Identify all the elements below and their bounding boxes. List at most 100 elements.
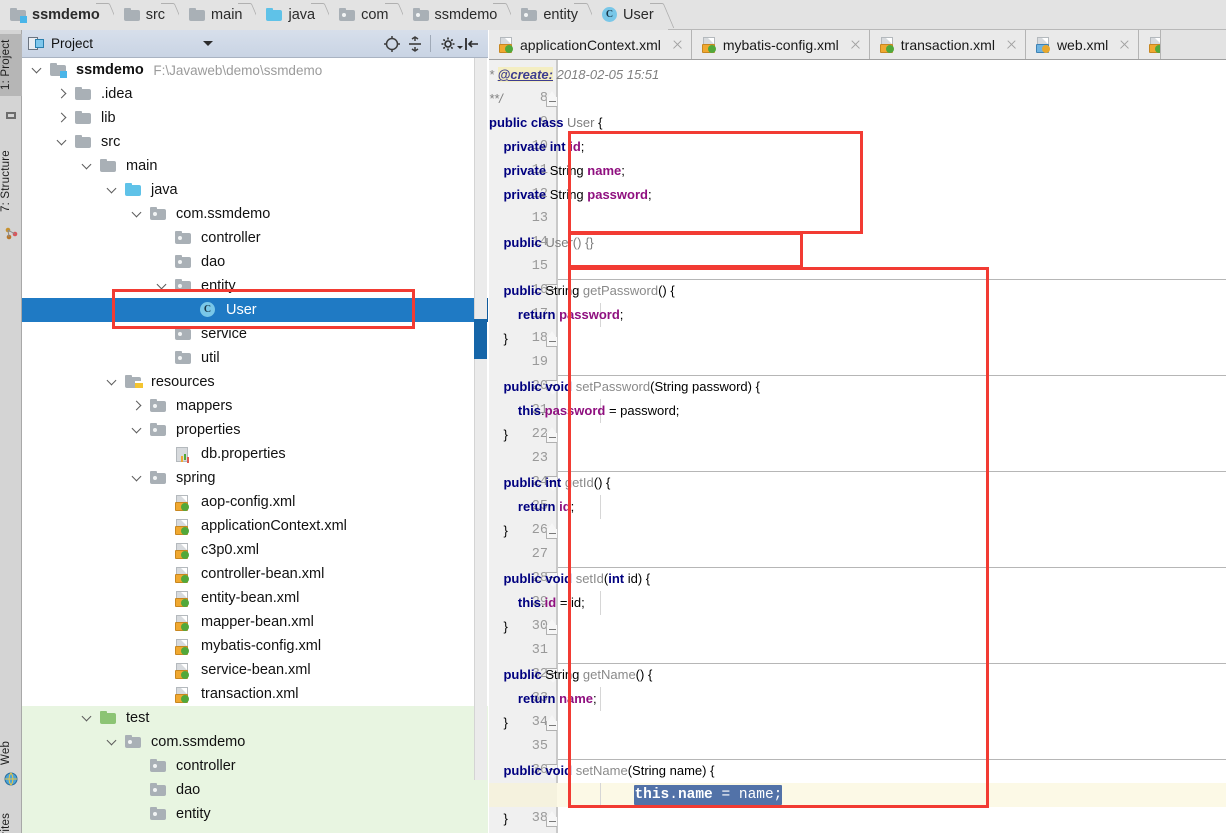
locate-icon[interactable]: [382, 34, 402, 54]
project-vertical-scrollbar[interactable]: [474, 58, 487, 780]
tree-node[interactable]: entity: [22, 802, 488, 826]
project-panel-title: Project: [51, 36, 94, 51]
tree-node[interactable]: transaction.xml: [22, 682, 488, 706]
tree-node[interactable]: test: [22, 706, 488, 730]
tree-node-label: entity: [201, 278, 236, 294]
tree-node[interactable]: src: [22, 130, 488, 154]
tree-node[interactable]: c3p0.xml: [22, 538, 488, 562]
tree-node[interactable]: entity-bean.xml: [22, 586, 488, 610]
package-icon: [175, 231, 191, 244]
code-token: () {: [635, 667, 653, 682]
chevron-down-icon[interactable]: [157, 281, 168, 292]
chevron-down-icon[interactable]: [57, 137, 68, 148]
close-icon[interactable]: [671, 39, 683, 51]
tree-node[interactable]: controller: [22, 754, 488, 778]
code-token: public int: [503, 475, 565, 490]
chevron-down-icon[interactable]: [132, 425, 143, 436]
code-token: }: [489, 715, 508, 730]
chevron-down-icon[interactable]: [203, 41, 214, 46]
code-editor[interactable]: 7891011121314151617181920212223242526272…: [489, 60, 1226, 833]
project-scrollbar-thumb[interactable]: [474, 319, 487, 359]
code-line: }: [489, 615, 507, 639]
chevron-down-icon[interactable]: [107, 185, 118, 196]
tree-node[interactable]: .idea: [22, 82, 488, 106]
tree-node[interactable]: service-bean.xml: [22, 658, 488, 682]
tree-node[interactable]: applicationContext.xml: [22, 514, 488, 538]
close-icon[interactable]: [1118, 39, 1130, 51]
breadcrumb-item-java[interactable]: java: [256, 0, 330, 30]
breadcrumb-item-ssmdemo[interactable]: ssmdemo: [402, 0, 512, 30]
code-line: public int getId() {: [489, 471, 610, 495]
tree-node[interactable]: com.ssmdemo: [22, 730, 488, 754]
tree-node[interactable]: main: [22, 154, 488, 178]
tool-window-tab-web[interactable]: Web: [0, 736, 22, 770]
tree-node[interactable]: spring: [22, 466, 488, 490]
tree-node[interactable]: dao: [22, 250, 488, 274]
package-icon: [150, 207, 166, 220]
editor-tab-applicationContext-xml[interactable]: applicationContext.xml: [489, 30, 692, 59]
tree-node[interactable]: mybatis-config.xml: [22, 634, 488, 658]
tree-node[interactable]: service: [22, 322, 488, 346]
breadcrumb-item-user[interactable]: C User: [592, 0, 668, 30]
chevron-down-icon[interactable]: [82, 713, 93, 724]
xml-file-icon: [175, 543, 190, 559]
tree-node[interactable]: resources: [22, 370, 488, 394]
xml-file-icon: [175, 639, 190, 655]
xml-file-icon: [175, 591, 190, 607]
structure-small-icon: [4, 226, 18, 240]
gear-icon[interactable]: [439, 34, 463, 54]
breadcrumb-item-src[interactable]: src: [113, 0, 180, 30]
close-icon[interactable]: [849, 39, 861, 51]
tree-node[interactable]: properties: [22, 418, 488, 442]
tree-node[interactable]: mappers: [22, 394, 488, 418]
tree-node[interactable]: aop-config.xml: [22, 490, 488, 514]
editor-tab-mybatis-config-xml[interactable]: mybatis-config.xml: [691, 30, 870, 59]
tree-node[interactable]: java: [22, 178, 488, 202]
editor-tab-overflow[interactable]: [1139, 30, 1162, 59]
chevron-right-icon[interactable]: [132, 401, 143, 412]
tree-node[interactable]: controller: [22, 226, 488, 250]
tree-node[interactable]: entity: [22, 274, 488, 298]
tree-node[interactable]: dao: [22, 778, 488, 802]
chevron-down-icon[interactable]: [107, 737, 118, 748]
chevron-down-icon[interactable]: [132, 209, 143, 220]
tree-node-label: User: [226, 302, 257, 318]
tool-window-tab-project[interactable]: 1: Project: [0, 34, 22, 96]
chevron-right-icon[interactable]: [57, 113, 68, 124]
project-tree[interactable]: ssmdemo F:\Javaweb\demo\ssmdemo .idea lib sr…: [22, 58, 488, 833]
tree-node[interactable]: db.properties: [22, 442, 488, 466]
code-token: setPassword: [575, 379, 651, 394]
breadcrumb-item-main[interactable]: main: [179, 0, 257, 30]
tree-node[interactable]: mapper-bean.xml: [22, 610, 488, 634]
source-folder-icon: [125, 183, 141, 196]
tree-node-label: main: [126, 158, 158, 174]
breadcrumb-item-ssmdemo[interactable]: ssmdemo: [0, 0, 114, 30]
tool-window-tab-favorites[interactable]: Favorites: [0, 812, 22, 833]
editor-tab-web-xml[interactable]: web.xml: [1025, 30, 1140, 59]
code-token: }: [489, 427, 508, 442]
package-icon: [150, 399, 166, 412]
tree-node-selected[interactable]: C User: [22, 298, 488, 322]
collapse-all-icon[interactable]: [405, 34, 425, 54]
tree-node[interactable]: lib: [22, 106, 488, 130]
chevron-right-icon[interactable]: [57, 89, 68, 100]
tree-node[interactable]: util: [22, 346, 488, 370]
editor-tab-transaction-xml[interactable]: transaction.xml: [869, 30, 1026, 59]
breadcrumb-item-entity[interactable]: entity: [511, 0, 593, 30]
tree-node-label: service: [201, 326, 247, 342]
breadcrumb-item-com[interactable]: com: [329, 0, 403, 30]
hide-icon[interactable]: [462, 34, 482, 54]
code-token: private: [503, 163, 550, 178]
chevron-down-icon[interactable]: [82, 161, 93, 172]
tree-node[interactable]: ssmdemo F:\Javaweb\demo\ssmdemo: [22, 58, 488, 82]
code-token: setId: [575, 571, 604, 586]
tree-node[interactable]: com.ssmdemo: [22, 202, 488, 226]
tool-window-tab-structure[interactable]: 7: Structure: [0, 142, 22, 220]
chevron-down-icon[interactable]: [32, 65, 43, 76]
tree-node[interactable]: controller-bean.xml: [22, 562, 488, 586]
project-icon: [28, 36, 44, 51]
chevron-down-icon[interactable]: [107, 377, 118, 388]
chevron-down-icon[interactable]: [132, 473, 143, 484]
close-icon[interactable]: [1005, 39, 1017, 51]
tree-node-label: properties: [176, 422, 241, 438]
